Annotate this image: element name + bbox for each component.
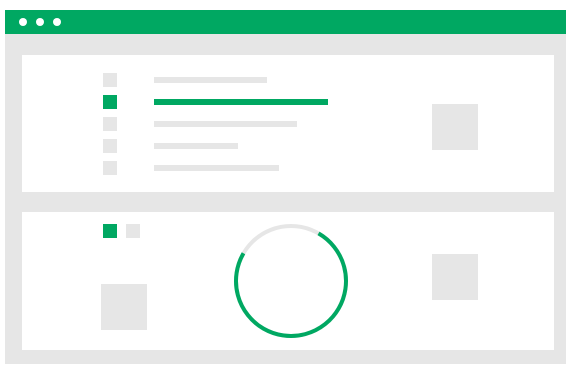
list-item-checkbox[interactable] (103, 117, 117, 131)
image-placeholder-icon (432, 254, 478, 300)
list-item-checkbox[interactable] (103, 161, 117, 175)
progress-panel (22, 212, 554, 350)
list-item-checkbox[interactable] (103, 73, 117, 87)
list-item[interactable] (154, 165, 279, 171)
list-item[interactable] (154, 143, 238, 149)
progress-ring-fill (234, 224, 348, 338)
list-item-checkbox[interactable] (103, 139, 117, 153)
window-maximize-dot-icon[interactable] (53, 18, 61, 26)
window-minimize-dot-icon[interactable] (36, 18, 44, 26)
progress-ring (234, 224, 348, 338)
window-close-dot-icon[interactable] (19, 18, 27, 26)
app-window (5, 10, 566, 364)
legend-swatch-active (103, 224, 117, 238)
list-item[interactable] (154, 77, 267, 83)
image-placeholder-icon (432, 104, 478, 150)
list-panel (22, 55, 554, 192)
list-item[interactable] (154, 121, 297, 127)
list-item-checkbox-selected[interactable] (103, 95, 117, 109)
image-placeholder-icon (101, 284, 147, 330)
list-item-selected[interactable] (154, 99, 328, 105)
title-bar (5, 10, 566, 34)
legend-swatch (126, 224, 140, 238)
